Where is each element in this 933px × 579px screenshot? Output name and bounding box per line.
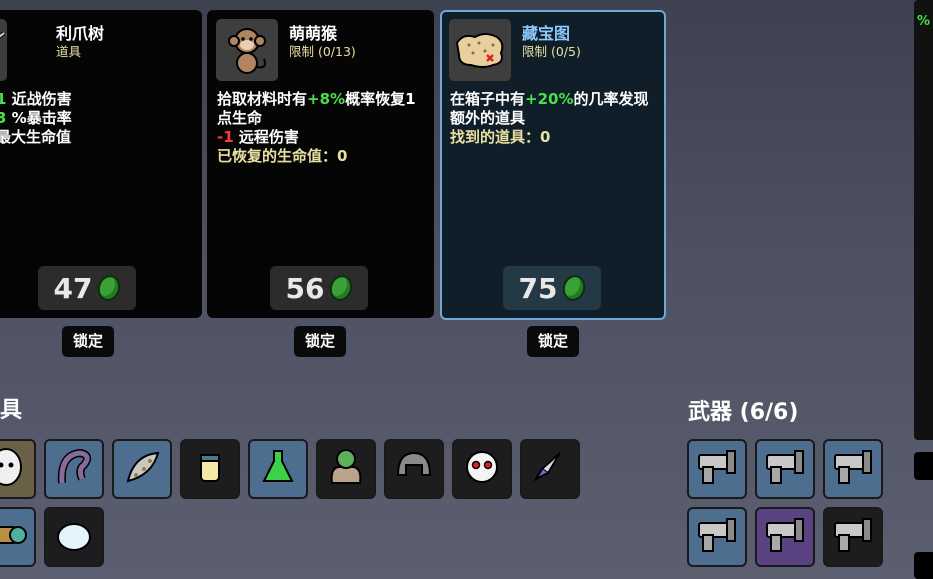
stat-line: 已恢复的生命值：0 — [217, 147, 348, 165]
item-slot[interactable] — [384, 439, 444, 499]
shop-card-claw-tree[interactable]: 利爪树 道具 1 近战伤害 3 %暴击率 最大生命值 47 — [0, 10, 202, 318]
weapon-slot[interactable] — [755, 439, 815, 499]
item-description: 拾取材料时有+8%概率恢复1 点生命 -1 远程伤害 已恢复的生命值：0 — [217, 90, 428, 166]
jar-icon — [188, 445, 232, 493]
tentacle-icon — [52, 445, 96, 493]
pistol-icon — [761, 443, 809, 495]
skull-mask-icon — [460, 445, 504, 493]
item-slot[interactable] — [44, 507, 104, 567]
material-coin-icon — [327, 272, 356, 304]
weapon-slot[interactable] — [823, 439, 883, 499]
stat-line: -1 远程伤害 — [217, 128, 428, 147]
item-description: 在箱子中有+20%的几率发现 额外的道具 找到的道具：0 — [450, 90, 658, 147]
price-tag: 56 — [270, 266, 368, 310]
metal-plate-icon — [120, 445, 164, 493]
treasure-map-icon — [455, 33, 504, 68]
item-slot[interactable] — [248, 439, 308, 499]
item-icon-box — [0, 19, 7, 81]
stat-text: 拾取材料时有 — [217, 90, 308, 108]
stat-text: 近战伤害 — [6, 90, 72, 108]
stat-line: 3 %暴击率 — [0, 109, 196, 128]
potion-flask-icon — [256, 445, 300, 493]
price-value: 75 — [518, 271, 558, 305]
weapon-slot[interactable] — [755, 507, 815, 567]
item-slot[interactable] — [0, 507, 36, 567]
side-button[interactable] — [914, 452, 933, 480]
helmet-icon — [392, 445, 436, 493]
stat-line: 最大生命值 — [0, 128, 196, 147]
stat-text: %暴击率 — [6, 109, 72, 127]
price-tag: 75 — [503, 266, 601, 310]
stat-value: +8% — [307, 90, 346, 108]
items-section-title: 具 — [0, 398, 23, 423]
item-icon-box — [216, 19, 278, 81]
herb-sack-icon — [324, 445, 368, 493]
item-slot[interactable] — [520, 439, 580, 499]
shop-card-cute-monkey[interactable]: 萌萌猴 限制 (0/13) 拾取材料时有+8%概率恢复1 点生命 -1 远程伤害… — [207, 10, 434, 318]
stat-text: 在箱子中有 — [450, 90, 526, 108]
lock-button[interactable]: 锁定 — [294, 326, 346, 357]
stat-value: -1 — [217, 128, 234, 146]
item-slot[interactable] — [44, 439, 104, 499]
weapons-section-title: 武器 (6/6) — [688, 400, 799, 425]
item-type: 限制 (0/5) — [522, 44, 581, 59]
item-slot[interactable] — [0, 439, 36, 499]
scope-icon — [0, 513, 28, 561]
stat-line: 找到的道具：0 — [450, 128, 551, 146]
lock-button[interactable]: 锁定 — [62, 326, 114, 357]
price-tag: 47 — [38, 266, 136, 310]
stat-line: 额外的道具 — [450, 109, 658, 128]
stats-panel: % — [914, 0, 933, 440]
weapon-slot[interactable] — [687, 439, 747, 499]
pistol-icon — [829, 443, 877, 495]
side-button[interactable] — [914, 552, 933, 579]
pistol-icon — [693, 511, 741, 563]
stat-text: 概率恢复1 — [345, 90, 416, 108]
item-description: 1 近战伤害 3 %暴击率 最大生命值 — [0, 90, 196, 147]
stat-text: 的几率发现 — [573, 90, 649, 108]
rocket-icon — [528, 445, 572, 493]
item-type: 道具 — [56, 44, 82, 59]
claw-tree-icon — [0, 31, 6, 39]
stat-text: 额外的道具 — [450, 109, 526, 127]
item-slot[interactable] — [112, 439, 172, 499]
stat-line: 拾取材料时有+8%概率恢复1 — [217, 90, 428, 109]
shop-card-treasure-map[interactable]: 藏宝图 限制 (0/5) 在箱子中有+20%的几率发现 额外的道具 找到的道具：… — [440, 10, 666, 320]
pistol-icon — [761, 511, 809, 563]
stat-value: +20% — [525, 90, 574, 108]
material-coin-icon — [95, 272, 124, 304]
stat-line: 在箱子中有+20%的几率发现 — [450, 90, 658, 109]
stat-line: 点生命 — [217, 109, 428, 128]
item-slot[interactable] — [180, 439, 240, 499]
price-value: 56 — [285, 271, 325, 305]
cute-monkey-icon — [228, 28, 267, 74]
snowball-icon — [52, 513, 96, 561]
stat-text: 远程伤害 — [233, 128, 299, 146]
price-value: 47 — [53, 271, 93, 305]
material-coin-icon — [560, 272, 589, 304]
lock-button[interactable]: 锁定 — [527, 326, 579, 357]
stat-text: 点生命 — [217, 109, 263, 127]
weapon-slot[interactable] — [687, 507, 747, 567]
egg-mask-icon — [0, 445, 28, 493]
pistol-icon — [693, 443, 741, 495]
item-icon-box — [449, 19, 511, 81]
item-slot[interactable] — [452, 439, 512, 499]
stat-text: 最大生命值 — [0, 128, 72, 146]
stat-line: 1 近战伤害 — [0, 90, 196, 109]
weapon-slot[interactable] — [823, 507, 883, 567]
item-type: 限制 (0/13) — [289, 44, 356, 59]
pistol-icon — [829, 511, 877, 563]
item-slot[interactable] — [316, 439, 376, 499]
